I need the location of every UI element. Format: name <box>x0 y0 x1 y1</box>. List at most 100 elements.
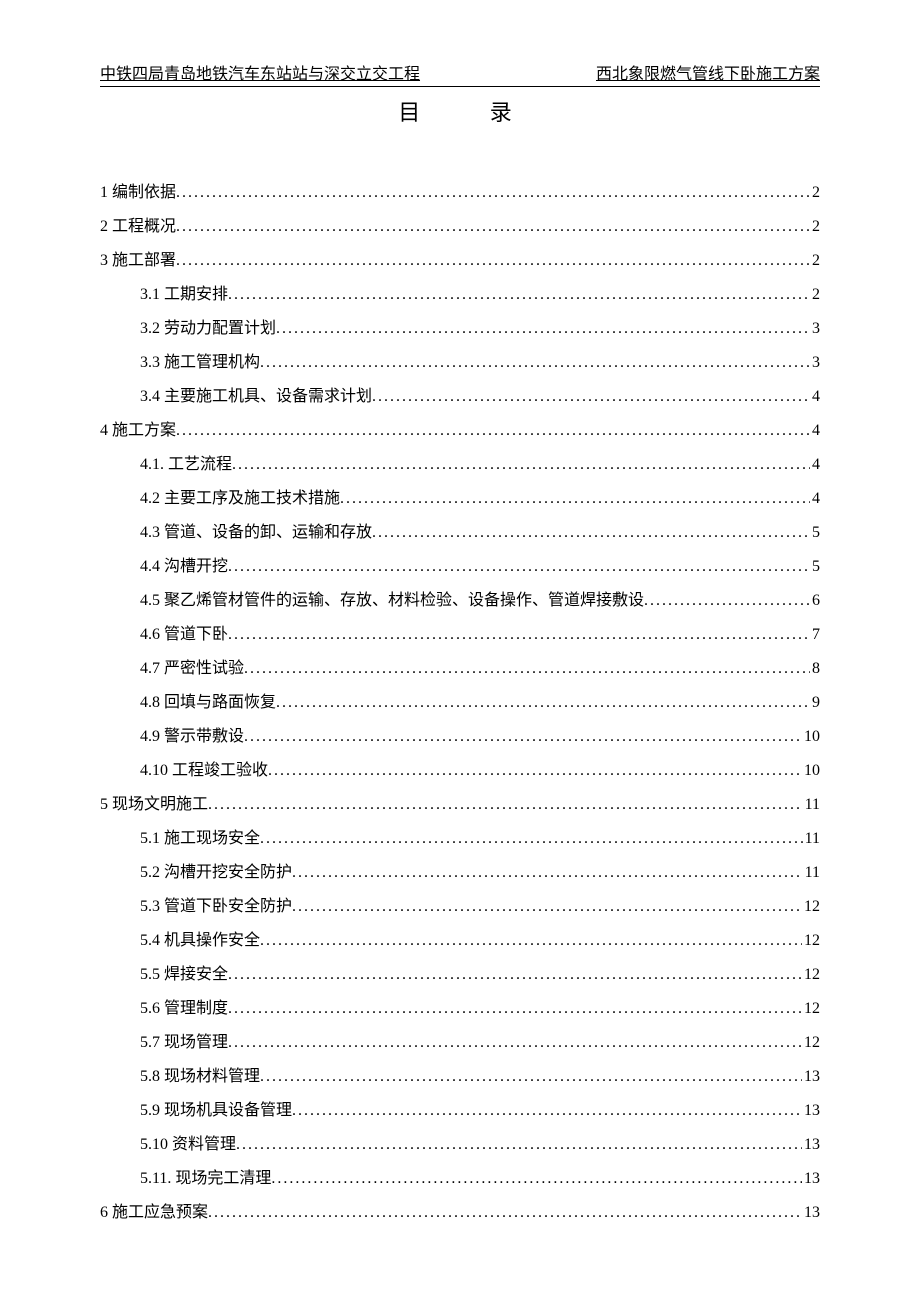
toc-entry-page: 10 <box>802 755 820 787</box>
page-header: 中铁四局青岛地铁汽车东站站与深交立交工程 西北象限燃气管线下卧施工方案 <box>100 60 820 87</box>
toc-entry-text: 5.10 资料管理 <box>140 1129 236 1161</box>
toc-entry: 4.3 管道、设备的卸、运输和存放 5 <box>100 517 820 549</box>
toc-entry-text: 5.6 管理制度 <box>140 993 228 1025</box>
toc-entry-text: 5.2 沟槽开挖安全防护 <box>140 857 292 889</box>
toc-entry-text: 4.6 管道下卧 <box>140 619 228 651</box>
toc-leader-dots <box>276 687 810 719</box>
toc-leader-dots <box>176 177 810 209</box>
toc-entry: 5.9 现场机具设备管理 13 <box>100 1095 820 1127</box>
toc-entry-text: 5 现场文明施工 <box>100 789 208 821</box>
toc-entry: 5.10 资料管理 13 <box>100 1129 820 1161</box>
toc-entry-page: 5 <box>810 517 820 549</box>
toc-entry-text: 5.1 施工现场安全 <box>140 823 260 855</box>
toc-entry: 5.2 沟槽开挖安全防护 11 <box>100 857 820 889</box>
toc-entry-text: 4.3 管道、设备的卸、运输和存放 <box>140 517 372 549</box>
toc-entry-page: 4 <box>810 483 820 515</box>
toc-entry: 5.8 现场材料管理 13 <box>100 1061 820 1093</box>
toc-entry-text: 5.9 现场机具设备管理 <box>140 1095 292 1127</box>
toc-entry-text: 4.1. 工艺流程 <box>140 449 232 481</box>
toc-entry-page: 7 <box>810 619 820 651</box>
toc-leader-dots <box>228 1027 802 1059</box>
toc-entry-page: 2 <box>810 245 820 277</box>
toc-leader-dots <box>208 789 803 821</box>
toc-leader-dots <box>292 891 802 923</box>
toc-entry-page: 11 <box>803 823 820 855</box>
toc-leader-dots <box>292 1095 802 1127</box>
toc-entry-page: 11 <box>803 857 820 889</box>
toc-entry-page: 9 <box>810 687 820 719</box>
toc-entry-page: 11 <box>803 789 820 821</box>
toc-entry-text: 5.5 焊接安全 <box>140 959 228 991</box>
toc-entry-page: 10 <box>802 721 820 753</box>
toc-entry-page: 13 <box>802 1061 820 1093</box>
toc-entry: 3 施工部署 2 <box>100 245 820 277</box>
toc-entry-page: 2 <box>810 211 820 243</box>
toc-entry-page: 5 <box>810 551 820 583</box>
toc-leader-dots <box>644 585 810 617</box>
toc-entry-text: 3 施工部署 <box>100 245 176 277</box>
toc-entry-page: 12 <box>802 959 820 991</box>
toc-entry-text: 4.4 沟槽开挖 <box>140 551 228 583</box>
toc-entry-page: 12 <box>802 1027 820 1059</box>
toc-entry-text: 3.3 施工管理机构 <box>140 347 260 379</box>
toc-entry-page: 8 <box>810 653 820 685</box>
toc-leader-dots <box>372 381 810 413</box>
toc-leader-dots <box>271 1163 802 1195</box>
toc-entry-page: 3 <box>810 347 820 379</box>
toc-leader-dots <box>244 721 802 753</box>
toc-entry: 4.2 主要工序及施工技术措施 4 <box>100 483 820 515</box>
toc-leader-dots <box>268 755 802 787</box>
toc-entry: 5.5 焊接安全 12 <box>100 959 820 991</box>
toc-leader-dots <box>228 619 810 651</box>
toc-leader-dots <box>236 1129 802 1161</box>
toc-entry-text: 5.8 现场材料管理 <box>140 1061 260 1093</box>
toc-entry: 3.3 施工管理机构 3 <box>100 347 820 379</box>
toc-entry-text: 5.4 机具操作安全 <box>140 925 260 957</box>
toc-entry: 4 施工方案 4 <box>100 415 820 447</box>
toc-entry: 4.4 沟槽开挖 5 <box>100 551 820 583</box>
toc-entry-text: 4.7 严密性试验 <box>140 653 244 685</box>
toc-entry: 3.1 工期安排2 <box>100 279 820 311</box>
toc-entry: 5.4 机具操作安全 12 <box>100 925 820 957</box>
toc-entry-page: 2 <box>810 279 820 311</box>
header-right: 西北象限燃气管线下卧施工方案 <box>596 60 820 84</box>
toc-entry: 3.2 劳动力配置计划3 <box>100 313 820 345</box>
toc-entry: 5 现场文明施工 11 <box>100 789 820 821</box>
toc-entry: 4.5 聚乙烯管材管件的运输、存放、材料检验、设备操作、管道焊接敷设6 <box>100 585 820 617</box>
toc-entry-text: 4.10 工程竣工验收 <box>140 755 268 787</box>
toc-leader-dots <box>228 551 810 583</box>
toc-leader-dots <box>228 959 802 991</box>
toc-entry-page: 12 <box>802 891 820 923</box>
toc-entry-text: 5.7 现场管理 <box>140 1027 228 1059</box>
toc-entry-page: 13 <box>802 1129 820 1161</box>
toc-leader-dots <box>176 415 810 447</box>
toc-entry: 5.3 管道下卧安全防护12 <box>100 891 820 923</box>
toc-leader-dots <box>260 823 803 855</box>
toc-entry: 6 施工应急预案13 <box>100 1197 820 1229</box>
toc-entry-page: 4 <box>810 381 820 413</box>
toc-title: 目 录 <box>100 95 820 127</box>
toc-leader-dots <box>176 245 810 277</box>
header-left: 中铁四局青岛地铁汽车东站站与深交立交工程 <box>100 60 420 84</box>
toc-leader-dots <box>260 925 802 957</box>
toc-entry-page: 12 <box>802 993 820 1025</box>
toc-entry-page: 4 <box>810 415 820 447</box>
toc-entry-page: 13 <box>802 1197 820 1229</box>
toc-entry-text: 4 施工方案 <box>100 415 176 447</box>
toc-entry: 1 编制依据2 <box>100 177 820 209</box>
toc-entry: 4.8 回填与路面恢复9 <box>100 687 820 719</box>
toc-entry: 5.11. 现场完工清理13 <box>100 1163 820 1195</box>
toc-entry: 4.1. 工艺流程4 <box>100 449 820 481</box>
toc-entry: 5.7 现场管理 12 <box>100 1027 820 1059</box>
toc-entry-page: 6 <box>810 585 820 617</box>
toc-leader-dots <box>228 993 802 1025</box>
toc-entry-page: 2 <box>810 177 820 209</box>
toc-entry-page: 13 <box>802 1095 820 1127</box>
toc-leader-dots <box>244 653 810 685</box>
toc-entry-page: 13 <box>802 1163 820 1195</box>
toc-entry-page: 12 <box>802 925 820 957</box>
table-of-contents: 1 编制依据22 工程概况23 施工部署23.1 工期安排23.2 劳动力配置计… <box>100 177 820 1229</box>
toc-leader-dots <box>260 347 810 379</box>
toc-leader-dots <box>276 313 810 345</box>
toc-entry-text: 4.2 主要工序及施工技术措施 <box>140 483 340 515</box>
